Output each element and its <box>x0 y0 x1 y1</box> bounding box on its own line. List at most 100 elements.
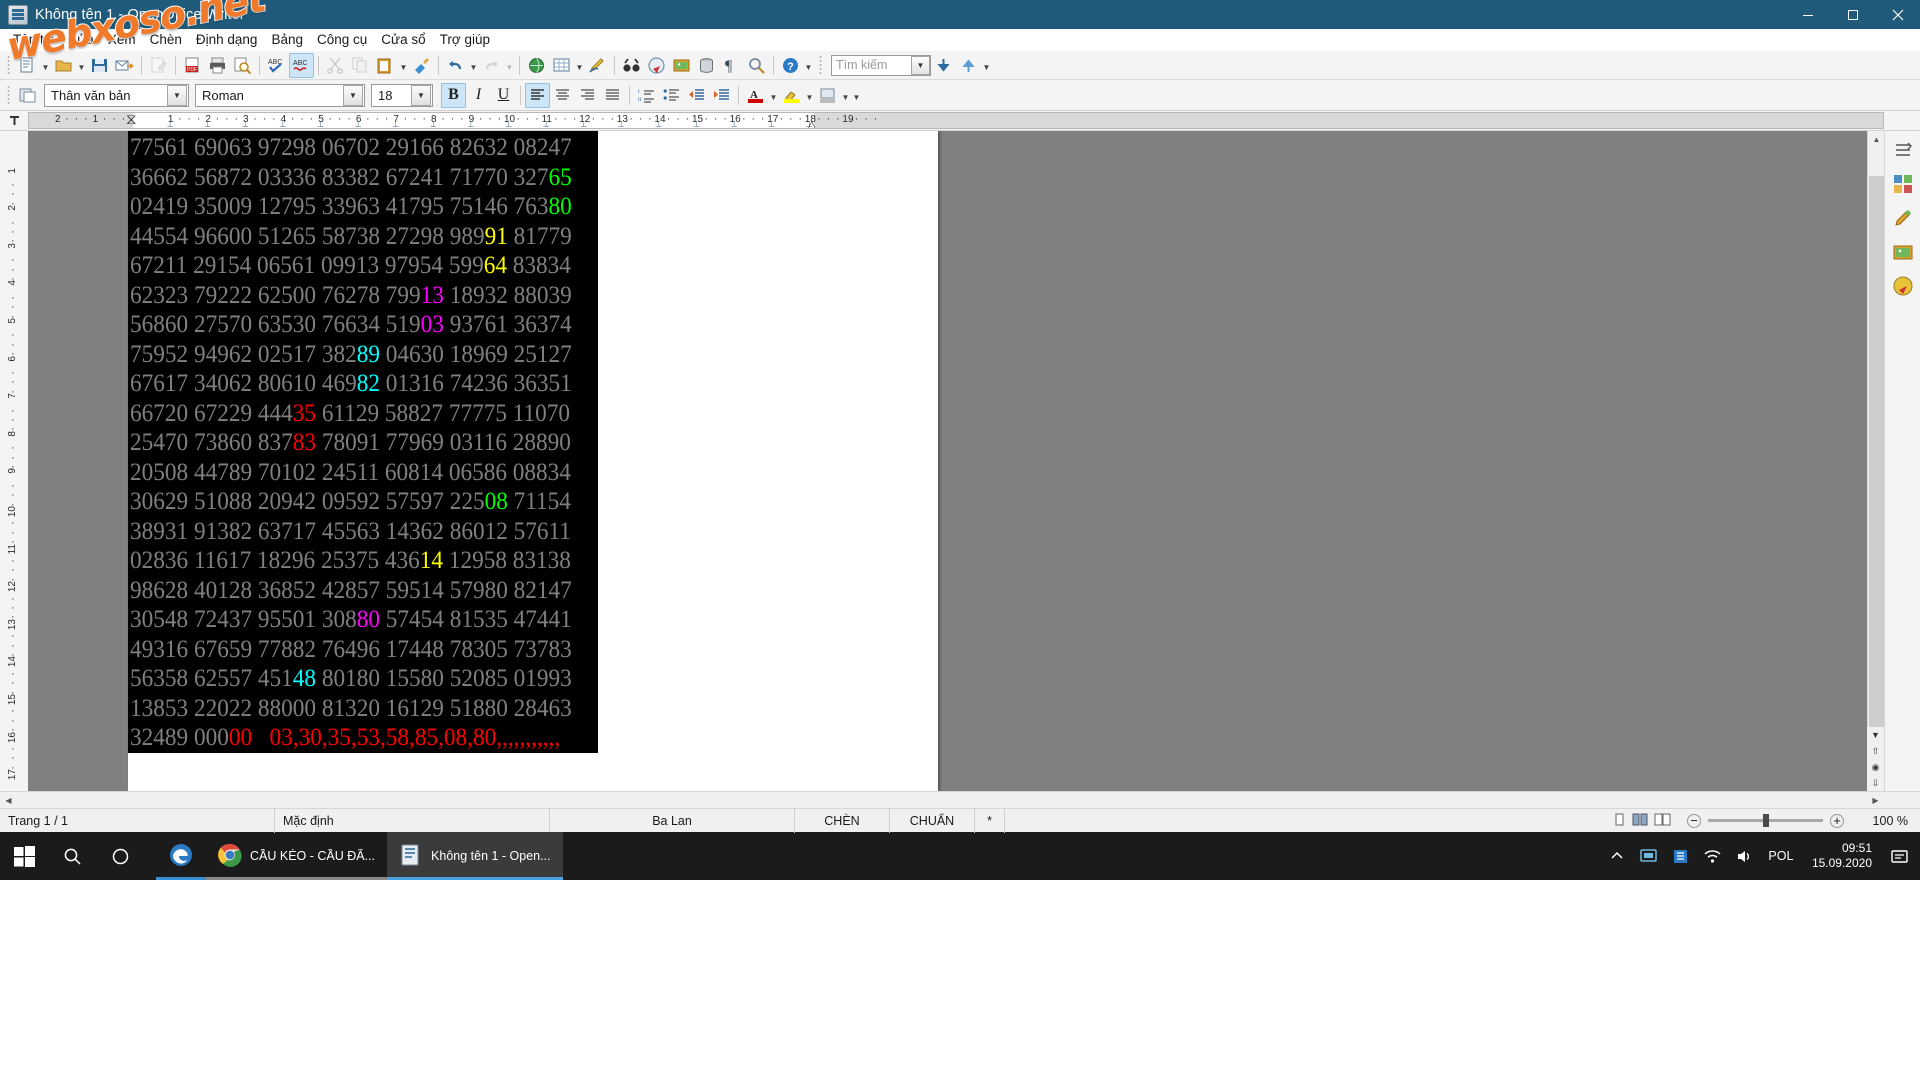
menu-item-edit[interactable]: Sửa <box>61 30 101 49</box>
menu-item-window[interactable]: Cửa sổ <box>374 30 432 49</box>
new-document-icon[interactable] <box>15 53 40 78</box>
font-name-combo[interactable]: Roman ▼ <box>195 83 365 107</box>
font-size-combo[interactable]: 18 ▼ <box>371 83 433 107</box>
undo-dropdown[interactable]: ▼ <box>468 53 479 78</box>
ordered-list-icon[interactable]: I II <box>634 83 659 108</box>
default-tab-stop-marker[interactable]: ⊥ <box>467 120 474 128</box>
redo-dropdown[interactable]: ▼ <box>504 53 515 78</box>
taskbar-chrome[interactable]: CẦU KÉO - CẦU ĐÃ... <box>206 832 388 880</box>
increase-indent-icon[interactable] <box>709 83 734 108</box>
menu-item-insert[interactable]: Chèn <box>143 30 189 49</box>
find-toolbar-overflow[interactable]: ▼ <box>981 53 992 78</box>
onedrive-icon[interactable] <box>1666 832 1696 880</box>
windows-logo-icon[interactable] <box>0 832 48 880</box>
redo-icon[interactable] <box>479 53 504 78</box>
tab-stop-icon[interactable] <box>0 111 28 131</box>
bold-button[interactable]: B <box>441 82 466 108</box>
print-preview-icon[interactable] <box>230 53 255 78</box>
default-tab-stop-marker[interactable]: ⊥ <box>618 120 625 128</box>
indent-marker[interactable]: ⧖ <box>126 113 137 128</box>
default-tab-stop-marker[interactable]: ⊥ <box>392 120 399 128</box>
decrease-indent-icon[interactable] <box>684 83 709 108</box>
next-page-button[interactable]: ⇩ <box>1867 775 1884 791</box>
chevron-down-icon[interactable]: ▼ <box>411 84 431 106</box>
zoom-slider-handle[interactable] <box>1763 814 1769 827</box>
menu-item-help[interactable]: Trợ giúp <box>433 30 497 49</box>
align-left-icon[interactable] <box>525 82 550 108</box>
default-tab-stop-marker[interactable]: ⊥ <box>355 120 362 128</box>
print-document-icon[interactable] <box>205 53 230 78</box>
align-right-icon[interactable] <box>575 83 600 108</box>
previous-page-button[interactable]: ⇧ <box>1867 743 1884 759</box>
default-tab-stop-marker[interactable]: ⊥ <box>768 120 775 128</box>
help-icon[interactable]: ? <box>778 53 803 78</box>
default-tab-stop-marker[interactable]: ⊥ <box>731 120 738 128</box>
export-pdf-icon[interactable]: PDF <box>180 53 205 78</box>
zoom-slider[interactable] <box>1708 812 1823 830</box>
align-center-icon[interactable] <box>550 83 575 108</box>
taskbar-edge[interactable] <box>156 832 206 880</box>
vertical-scrollbar-thumb[interactable] <box>1869 176 1884 736</box>
show-draw-functions-icon[interactable] <box>585 53 610 78</box>
horizontal-ruler[interactable]: 2 · · · 1 · · · 1 · · · ⊥ 2 · · · ⊥ 3 · · · ⊥ 4 · · · ⊥ 5 · · · ⊥ 6 · · · ⊥ 7 ·… <box>28 112 1884 129</box>
volume-icon[interactable] <box>1730 832 1760 880</box>
zoom-level-label[interactable]: 100 % <box>1852 809 1920 833</box>
single-page-view-icon[interactable] <box>1612 813 1627 829</box>
navigator-icon[interactable] <box>644 53 669 78</box>
default-tab-stop-marker[interactable]: ⊥ <box>543 120 550 128</box>
notification-icon[interactable] <box>1884 832 1914 880</box>
default-tab-stop-marker[interactable]: ⊥ <box>430 120 437 128</box>
find-toolbar-grip[interactable] <box>817 54 824 76</box>
zoom-out-button[interactable]: − <box>1687 813 1701 828</box>
find-previous-icon[interactable] <box>956 53 981 78</box>
font-color-dropdown[interactable]: ▼ <box>768 83 779 108</box>
navigation-target-button[interactable]: ◉ <box>1867 759 1884 775</box>
menu-item-format[interactable]: Định dạng <box>189 30 265 49</box>
font-color-icon[interactable]: A <box>743 83 768 108</box>
status-selection-mode[interactable]: CHUẨN <box>890 808 975 833</box>
insert-table-icon[interactable] <box>549 53 574 78</box>
highlight-color-icon[interactable] <box>779 83 804 108</box>
wifi-icon[interactable] <box>1698 832 1728 880</box>
menu-item-file[interactable]: Tập tin <box>6 30 61 49</box>
data-sources-icon[interactable] <box>694 53 719 78</box>
document-text-block[interactable]: 77561 69063 97298 06702 29166 82632 0824… <box>128 131 598 753</box>
menu-item-view[interactable]: Xem <box>101 30 143 49</box>
clock[interactable]: 09:51 15.09.2020 <box>1802 841 1882 871</box>
sidebar-properties-icon[interactable] <box>1890 171 1916 197</box>
status-page-style[interactable]: Mặc định <box>275 808 550 833</box>
scroll-down-button[interactable]: ▼ <box>1867 727 1884 743</box>
paste-icon[interactable] <box>373 53 398 78</box>
menu-item-tools[interactable]: Công cụ <box>310 30 374 49</box>
new-document-dropdown[interactable]: ▼ <box>40 53 51 78</box>
default-tab-stop-marker[interactable]: ⊥ <box>693 120 700 128</box>
default-tab-stop-marker[interactable]: ⊥ <box>204 120 211 128</box>
highlight-color-dropdown[interactable]: ▼ <box>804 83 815 108</box>
cut-icon[interactable] <box>323 53 348 78</box>
menu-item-table[interactable]: Bảng <box>264 30 310 49</box>
open-document-icon[interactable] <box>51 53 76 78</box>
hyperlink-icon[interactable] <box>524 53 549 78</box>
gallery-icon[interactable] <box>669 53 694 78</box>
scroll-right-button[interactable]: ▶ <box>1867 792 1884 809</box>
italic-button[interactable]: I <box>466 83 491 108</box>
clone-formatting-icon[interactable] <box>409 53 434 78</box>
paragraph-style-icon[interactable] <box>15 83 40 108</box>
background-color-icon[interactable] <box>815 83 840 108</box>
autospellcheck-icon[interactable]: ABC <box>289 52 314 78</box>
book-view-icon[interactable] <box>1654 813 1671 829</box>
close-button[interactable] <box>1875 0 1920 29</box>
default-tab-stop-marker[interactable]: ⊥ <box>317 120 324 128</box>
taskbar-writer[interactable]: Không tên 1 - Open... <box>387 832 563 880</box>
find-and-replace-icon[interactable] <box>619 53 644 78</box>
search-input[interactable]: Tìm kiếm ▼ <box>831 54 931 76</box>
toolbar-grip[interactable] <box>5 54 12 76</box>
default-tab-stop-marker[interactable]: ⊥ <box>580 120 587 128</box>
formatting-toolbar-grip[interactable] <box>5 84 12 106</box>
save-document-icon[interactable] <box>87 53 112 78</box>
horizontal-scrollbar[interactable]: ◀ ▶ <box>0 791 1920 808</box>
default-tab-stop-marker[interactable]: ⊥ <box>242 120 249 128</box>
sidebar-styles-icon[interactable] <box>1890 205 1916 231</box>
minimize-button[interactable] <box>1785 0 1830 29</box>
edit-file-icon[interactable] <box>146 53 171 78</box>
